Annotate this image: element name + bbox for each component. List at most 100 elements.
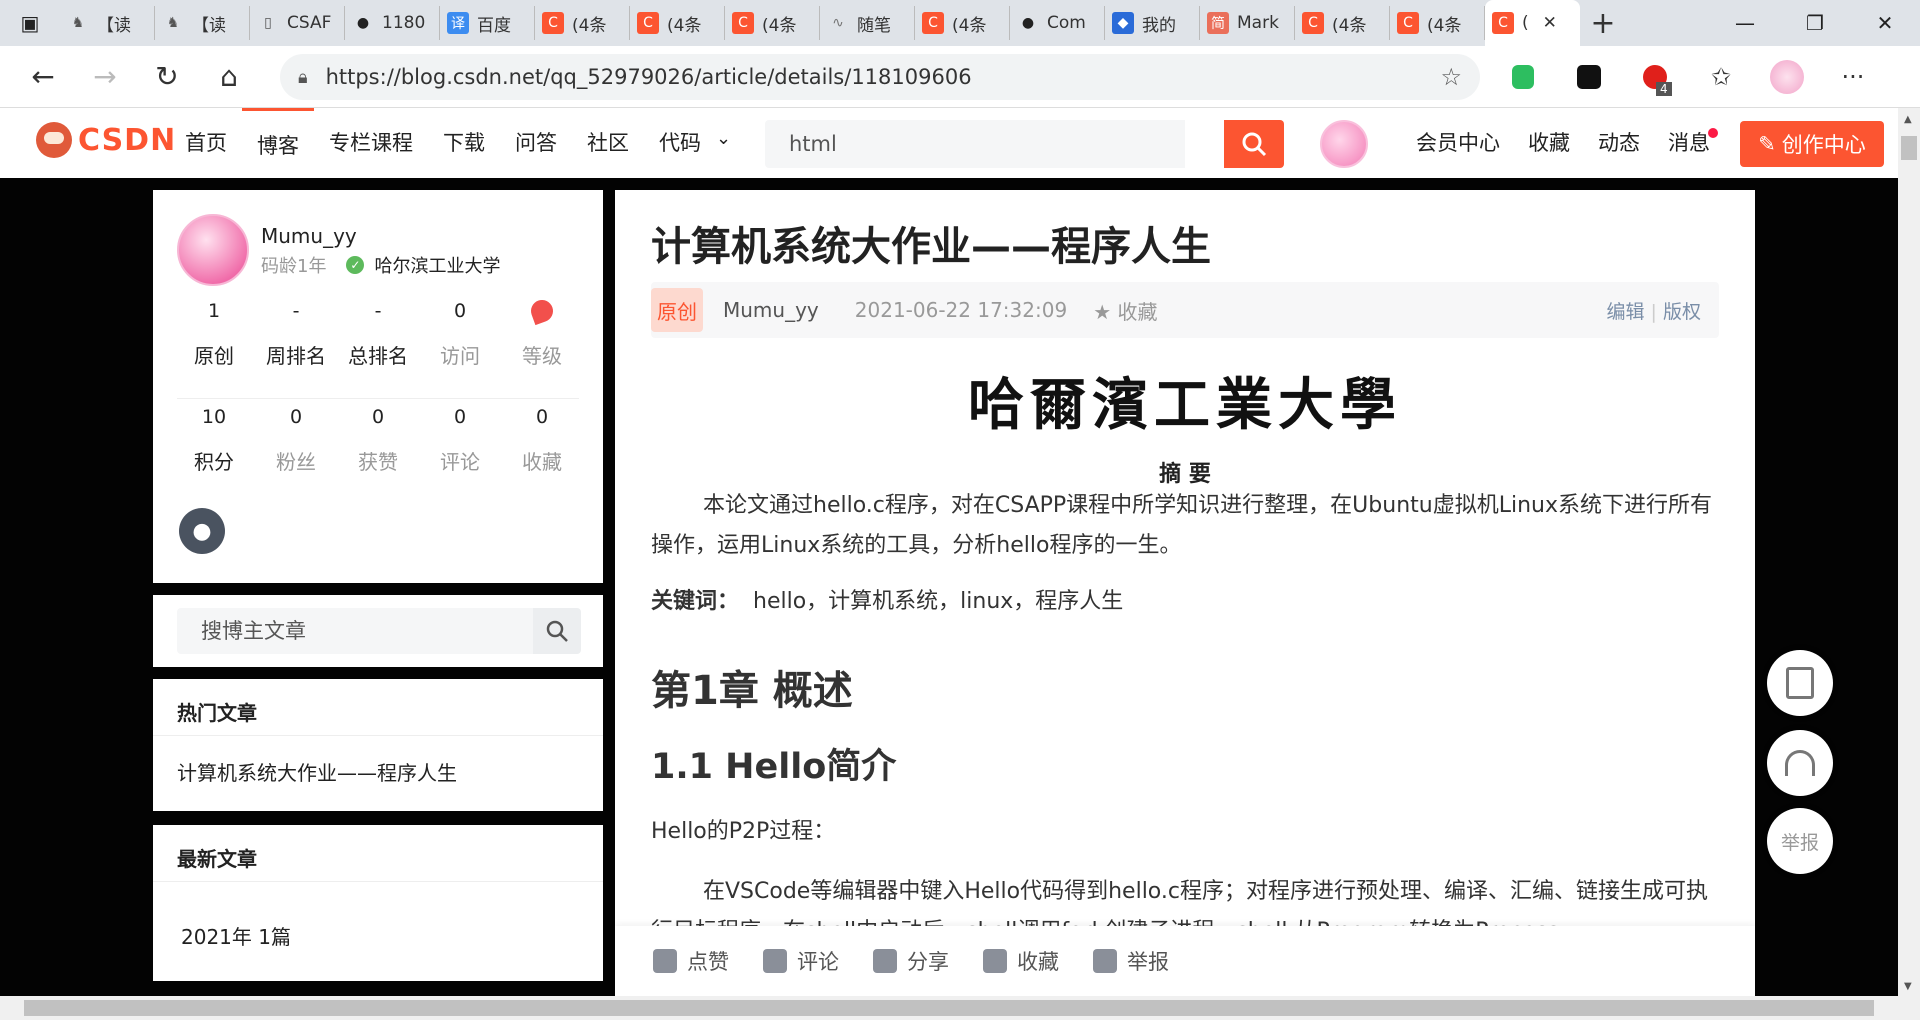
create-center-button[interactable]: ✎ 创作中心 (1740, 121, 1884, 167)
add-favorite-icon[interactable]: ☆ (1440, 63, 1462, 91)
edit-copyright: 编辑 | 版权 (1606, 300, 1701, 323)
tab-actions-icon[interactable]: ▣ (0, 0, 60, 46)
stat-value: 0 (453, 406, 467, 428)
stat-item[interactable]: - 周排名 (256, 300, 336, 369)
support-float-button[interactable] (1767, 730, 1833, 796)
adblock-extension-icon[interactable]: 4 (1622, 46, 1688, 108)
browser-tab[interactable]: C (4条 (1390, 6, 1485, 40)
stat-item[interactable]: 0 粉丝 (256, 406, 336, 475)
site-search-button[interactable] (1224, 120, 1284, 168)
blog-search-input[interactable]: 搜博主文章 (177, 608, 533, 654)
toolbar-share-button[interactable]: 分享 (873, 946, 949, 976)
author-name[interactable]: Mumu_yy (261, 224, 357, 248)
toolbar-comment-button[interactable]: 评论 (763, 946, 839, 976)
stat-item[interactable]: 0 收藏 (502, 406, 582, 475)
stat-item[interactable]: 1 原创 (174, 300, 254, 369)
minimize-button[interactable]: — (1710, 0, 1780, 46)
stat-item[interactable]: 等级 (502, 296, 582, 369)
browser-tab[interactable]: 译百度 (440, 6, 535, 40)
github-icon[interactable]: ● (179, 508, 225, 554)
like-icon (653, 949, 677, 973)
author-avatar[interactable] (177, 214, 249, 286)
horizontal-scrollbar[interactable] (0, 996, 1920, 1020)
main-nav: 首页 博客 专栏课程 下载 问答 社区 代码 ⌄ (170, 108, 731, 178)
right-nav-item[interactable]: 动态 (1584, 108, 1654, 178)
browser-tab[interactable]: ♞ 【读 (60, 6, 155, 40)
restore-button[interactable]: ❐ (1780, 0, 1850, 46)
browser-tab[interactable]: ● 1180 (345, 6, 440, 40)
back-button[interactable]: ← (12, 46, 74, 108)
browser-tab[interactable]: ● Com (1010, 6, 1105, 40)
site-search-input[interactable]: html (765, 120, 1185, 168)
refresh-button[interactable]: ↻ (136, 46, 198, 108)
share-icon (873, 949, 897, 973)
collect-link[interactable]: ★ 收藏 (1093, 296, 1157, 325)
headset-icon (1785, 750, 1815, 776)
scroll-down-icon[interactable]: ▼ (1904, 981, 1912, 992)
edit-link[interactable]: 编辑 (1606, 301, 1644, 323)
browser-tab[interactable]: ▯ CSAF (250, 6, 345, 40)
more-menu-icon[interactable]: ··· (1820, 46, 1886, 108)
browser-tab[interactable]: ∿ 随笔 (820, 6, 915, 40)
stat-item[interactable]: 0 评论 (420, 406, 500, 475)
close-window-button[interactable]: ✕ (1850, 0, 1920, 46)
right-nav-item[interactable]: 消息 (1654, 108, 1724, 178)
toolbar-collect-button[interactable]: 收藏 (983, 946, 1059, 976)
article-title: 计算机系统大作业——程序人生 (651, 224, 1211, 270)
browser-tab[interactable]: 简 Mark (1200, 6, 1295, 40)
horizontal-scroll-thumb[interactable] (24, 1000, 1874, 1016)
browser-tab[interactable]: C (✕ (1485, 0, 1580, 46)
url-field[interactable]: 🔒︎ https://blog.csdn.net/qq_52979026/art… (280, 54, 1480, 100)
profile-avatar-icon[interactable] (1754, 46, 1820, 108)
stat-item[interactable]: 0 访问 (420, 300, 500, 369)
tab-label: 百度 (477, 15, 511, 36)
scroll-up-icon[interactable]: ▲ (1904, 114, 1912, 125)
browser-tab[interactable]: ♞ 【读 (155, 6, 250, 40)
forward-button[interactable]: → (74, 46, 136, 108)
tab-label: 1180 (382, 13, 426, 33)
cnblogs-icon: ∿ (832, 15, 844, 31)
tab-close-icon[interactable]: ✕ (1543, 13, 1557, 33)
latest-articles-card: 最新文章 2021年 1篇 (153, 825, 603, 981)
favorites-icon[interactable]: ✩ (1688, 46, 1754, 108)
tampermonkey-extension-icon[interactable] (1556, 46, 1622, 108)
csdn-logo[interactable]: CSDN (36, 122, 176, 158)
archive-link[interactable]: 2021年 1篇 (181, 921, 291, 950)
article-content: 计算机系统大作业——程序人生 原创 Mumu_yy 2021-06-22 17:… (615, 190, 1755, 926)
nav-item[interactable]: 首页 (170, 108, 242, 178)
copyright-link[interactable]: 版权 (1663, 301, 1701, 323)
browser-tab[interactable]: C (4条 (535, 6, 630, 40)
hot-article-link[interactable]: 计算机系统大作业——程序人生 (177, 757, 457, 786)
nav-item[interactable]: 专栏课程 (314, 108, 428, 178)
latest-divider (153, 881, 603, 882)
nav-item[interactable]: 代码 (644, 108, 716, 178)
write-float-button[interactable] (1767, 650, 1833, 716)
vertical-scroll-thumb[interactable] (1901, 136, 1917, 160)
nav-item[interactable]: 下载 (428, 108, 500, 178)
stat-item[interactable]: 0 获赞 (338, 406, 418, 475)
toolbar-report-button[interactable]: 举报 (1093, 946, 1169, 976)
browser-tab[interactable]: ◆ 我的 (1105, 6, 1200, 40)
nav-item[interactable]: 社区 (572, 108, 644, 178)
report-float-button[interactable]: 举报 (1767, 808, 1833, 874)
article-author[interactable]: Mumu_yy (723, 298, 819, 322)
evernote-extension-icon[interactable] (1490, 46, 1556, 108)
toolbar-label: 评论 (797, 950, 839, 974)
user-avatar[interactable] (1320, 120, 1368, 168)
right-nav-item[interactable]: 收藏 (1514, 108, 1584, 178)
browser-tab[interactable]: C (4条 (725, 6, 820, 40)
stat-item[interactable]: 10 积分 (174, 406, 254, 475)
stat-item[interactable]: - 总排名 (338, 300, 418, 369)
nav-item[interactable]: 博客 (242, 108, 314, 178)
browser-tab[interactable]: C (4条 (915, 6, 1010, 40)
blog-search-button[interactable] (533, 608, 581, 654)
stat-label: 总排名 (348, 344, 408, 368)
toolbar-like-button[interactable]: 点赞 (653, 946, 729, 976)
right-nav-item[interactable]: 会员中心 (1402, 108, 1514, 178)
nav-item[interactable]: 问答 (500, 108, 572, 178)
browser-tab[interactable]: C (4条 (1295, 6, 1390, 40)
home-button[interactable]: ⌂ (198, 46, 260, 108)
new-tab-button[interactable]: + (1580, 6, 1626, 41)
vertical-scrollbar[interactable]: ▲ ▼ (1898, 108, 1920, 996)
browser-tab[interactable]: C (4条 (630, 6, 725, 40)
